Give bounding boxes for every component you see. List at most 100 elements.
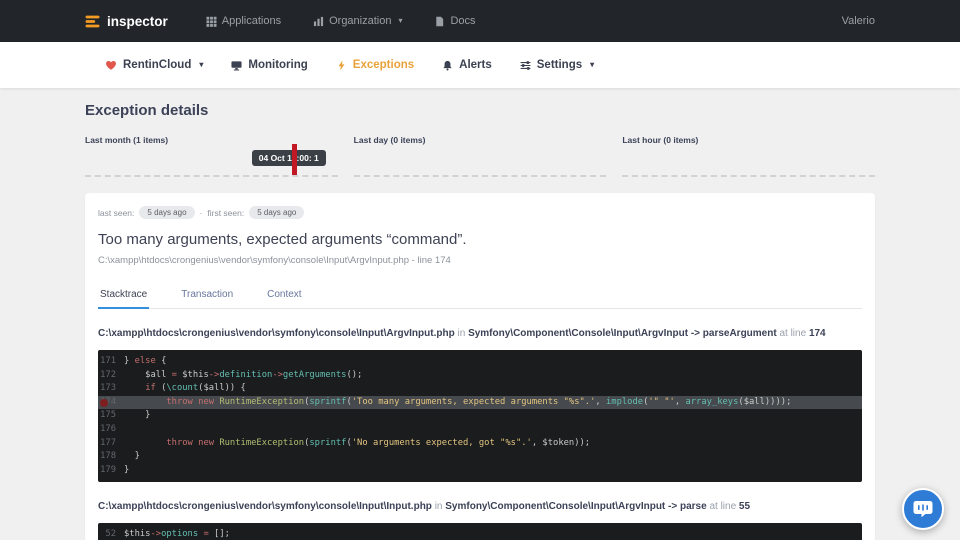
subnav-item-app-switcher[interactable]: RentinCloud ▾ <box>105 59 203 71</box>
heart-pulse-icon <box>105 59 117 71</box>
code-token: []; <box>209 529 230 539</box>
chat-widget-button[interactable] <box>902 488 944 530</box>
topnav-item-label: Docs <box>450 15 475 27</box>
org-chart-icon <box>313 16 324 27</box>
topnav-item-label: Applications <box>222 15 281 27</box>
code-token: if <box>145 383 156 393</box>
code-token: -> <box>150 529 161 539</box>
chevron-down-icon: ▾ <box>199 61 203 69</box>
code-token: '" "' <box>648 397 674 407</box>
brand-label: inspector <box>107 14 168 29</box>
chart-panel: Last day (0 items) <box>354 135 607 177</box>
chevron-down-icon: ▾ <box>590 61 594 69</box>
chart-label: Last hour (0 items) <box>622 135 875 145</box>
code-token: ( <box>156 383 167 393</box>
last-seen-badge: 5 days ago <box>139 206 194 219</box>
code-token <box>124 438 166 448</box>
frame-header: C:\xampp\htdocs\crongenius\vendor\symfon… <box>98 500 862 514</box>
code-token: { <box>156 356 167 366</box>
seen-separator: · <box>200 208 203 218</box>
monitor-icon <box>231 60 242 71</box>
stack-frame: C:\xampp\htdocs\crongenius\vendor\symfon… <box>98 500 862 540</box>
detail-tabs: Stacktrace Transaction Context <box>98 282 862 309</box>
line-number: 178 <box>98 450 124 464</box>
line-code: throw new RuntimeException(sprintf('Too … <box>124 396 791 410</box>
subnav-item-label: Monitoring <box>248 59 307 71</box>
last-seen-label: last seen: <box>98 208 134 218</box>
code-token: implode <box>606 397 643 407</box>
code-line: 171} else { <box>98 355 862 369</box>
code-line: 178 } <box>98 450 862 464</box>
frame-method: Symfony\Component\Console\Input\ArgvInpu… <box>468 328 777 339</box>
code-token: ($all)) { <box>198 383 246 393</box>
first-seen-label: first seen: <box>207 208 244 218</box>
code-token <box>124 383 145 393</box>
code-line: 174 throw new RuntimeException(sprintf('… <box>98 396 862 410</box>
code-token <box>124 397 166 407</box>
code-token: sprintf <box>309 397 346 407</box>
top-navbar: inspector ApplicationsOrganization▾Docs … <box>0 0 960 42</box>
code-token: getArguments <box>283 370 347 380</box>
chart-bar[interactable] <box>292 144 297 175</box>
sliders-icon <box>520 60 531 71</box>
line-number: 171 <box>98 355 124 369</box>
code-token: } <box>124 356 135 366</box>
code-token: -> <box>272 370 283 380</box>
user-menu[interactable]: Valerio <box>842 15 875 27</box>
subnav-item-label: Exceptions <box>353 59 414 71</box>
subnav-item-monitoring[interactable]: Monitoring <box>231 59 307 71</box>
code-token: , <box>675 397 686 407</box>
code-line: 177 throw new RuntimeException(sprintf('… <box>98 437 862 451</box>
brand[interactable]: inspector <box>85 14 168 29</box>
subnav-item-label: RentinCloud <box>123 59 191 71</box>
code-line: 172 $all = $this->definition->getArgumen… <box>98 369 862 383</box>
topnav-item-organization[interactable]: Organization ▾ <box>313 15 402 27</box>
exception-location: C:\xampp\htdocs\crongenius\vendor\symfon… <box>98 255 862 266</box>
chart-panel: Last month (1 items)04 Oct 12:00: 1 <box>85 135 338 177</box>
code-token: ($all)))); <box>738 397 791 407</box>
chevron-down-icon: ▾ <box>398 17 402 25</box>
chat-icon <box>912 498 934 520</box>
code-token: $this <box>124 529 150 539</box>
line-code: $this->options = []; <box>124 528 230 540</box>
code-token: } <box>124 410 150 420</box>
seen-row: last seen: 5 days ago · first seen: 5 da… <box>98 206 862 219</box>
code-line: 173 if (\count($all)) { <box>98 382 862 396</box>
topnav-item-applications[interactable]: Applications <box>206 15 281 27</box>
bell-icon <box>442 60 453 71</box>
frame-line-number: 174 <box>809 328 826 339</box>
code-token: array_keys <box>685 397 738 407</box>
code-token: new <box>198 438 214 448</box>
code-line: 176 <box>98 423 862 437</box>
code-token: definition <box>219 370 272 380</box>
code-token: , <box>595 397 606 407</box>
code-token: -> <box>209 370 220 380</box>
code-token: , $token)); <box>532 438 590 448</box>
code-token: sprintf <box>309 438 346 448</box>
code-token: options <box>161 529 198 539</box>
line-code: } <box>124 450 140 464</box>
code-token: throw <box>166 397 192 407</box>
line-number: 175 <box>98 409 124 423</box>
frame-at-label: at line <box>779 328 806 339</box>
tab-context[interactable]: Context <box>265 282 303 309</box>
topnav-item-label: Organization <box>329 15 391 27</box>
code-token: 'No arguments expected, got "%s".' <box>352 438 532 448</box>
tab-stacktrace[interactable]: Stacktrace <box>98 282 149 309</box>
subnav-item-alerts[interactable]: Alerts <box>442 59 492 71</box>
chart-plot <box>354 149 607 177</box>
line-code: } <box>124 464 129 478</box>
subnav-item-settings[interactable]: Settings ▾ <box>520 59 594 71</box>
line-number: 52 <box>98 528 124 540</box>
line-code: } <box>124 409 150 423</box>
subnav-item-exceptions[interactable]: Exceptions <box>336 59 414 71</box>
code-token: } <box>124 465 129 475</box>
main-content: Exception details Last month (1 items)04… <box>0 88 960 540</box>
tab-transaction[interactable]: Transaction <box>179 282 235 309</box>
docs-icon <box>434 16 445 27</box>
frame-file: C:\xampp\htdocs\crongenius\vendor\symfon… <box>98 328 455 339</box>
topnav-item-docs[interactable]: Docs <box>434 15 475 27</box>
stack-frame: C:\xampp\htdocs\crongenius\vendor\symfon… <box>98 327 862 482</box>
frame-file: C:\xampp\htdocs\crongenius\vendor\symfon… <box>98 501 432 512</box>
subnav-item-label: Settings <box>537 59 582 71</box>
